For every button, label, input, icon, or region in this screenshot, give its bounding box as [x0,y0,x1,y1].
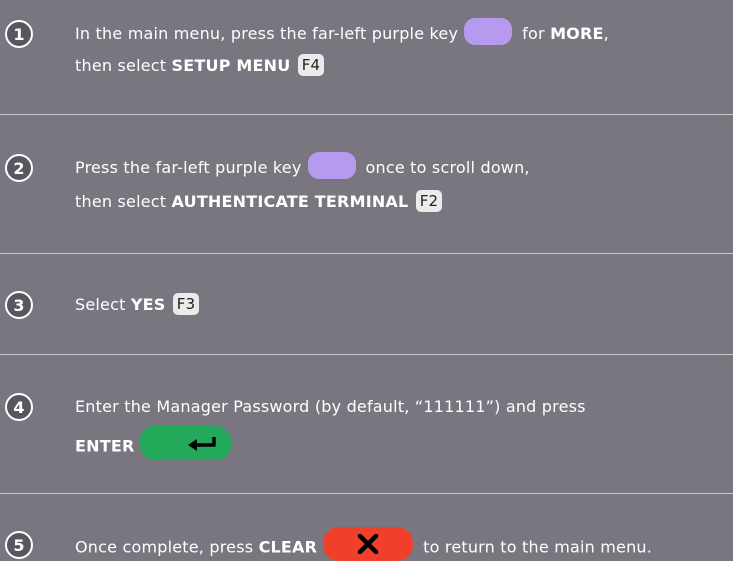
step-text-line: Select YES F3 [75,292,200,315]
step-text-line: Press the far-left purple key once to scr… [75,152,530,179]
divider [0,493,733,494]
divider [0,253,733,254]
step-text-line: Enter the Manager Password (by default, … [75,397,586,416]
divider [0,354,733,355]
purple-key-icon [307,152,356,179]
step-number: 1 [5,20,33,48]
step-text-line: then select AUTHENTICATE TERMINAL F2 [75,189,443,212]
clear-key [323,527,414,561]
purple-key-icon [464,18,513,45]
step-number: 4 [5,393,33,421]
step-text-line: In the main menu, press the far-left pur… [75,18,609,45]
divider [0,114,733,115]
step-number: 3 [5,291,33,319]
step-text-line: Once complete, press CLEAR to return to t… [75,527,652,561]
function-key-f2: F2 [415,189,443,212]
enter-key [140,426,233,460]
step-number: 5 [5,531,33,559]
function-key-f3: F3 [172,292,200,315]
function-key-f4: F4 [297,53,325,76]
step-number: 2 [5,154,33,182]
x-icon [357,534,379,554]
step-text-line: then select SETUP MENU F4 [75,53,325,76]
return-arrow-icon [188,437,217,451]
step-text-line: ENTER [75,426,233,460]
